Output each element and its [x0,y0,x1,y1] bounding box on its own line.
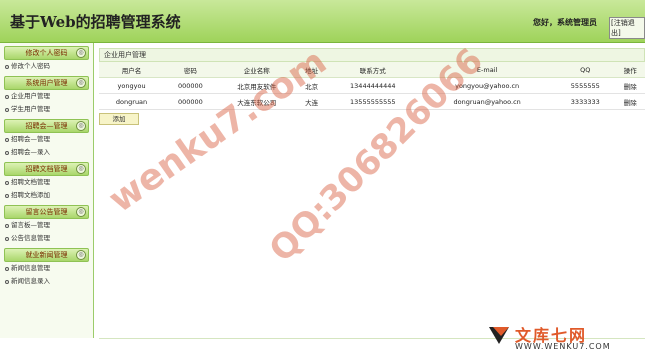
column-header: 用户名 [99,62,165,78]
cell-password: 000000 [164,77,217,94]
delete-link[interactable]: 删除 [615,93,645,110]
sidebar: 修改个人密码 ◎ 修改个人密码 系统用户管理 ◎ 企业用户管理 学生用户管理 招聘会… [0,43,94,338]
sidebar-item-board-manage[interactable]: 留言板—管理 [0,219,93,232]
cell-username: dongruan [99,93,165,110]
column-header: 联系方式 [326,62,420,78]
logo-url: WWW.WENKU7.COM [515,342,611,351]
sidebar-item-company-users[interactable]: 企业用户管理 [0,90,93,103]
sidebar-item-news-manage[interactable]: 新闻信息管理 [0,262,93,275]
delete-link[interactable]: 删除 [615,77,645,94]
sidebar-group-news: 就业新闻管理 ◎ 新闻信息管理 新闻信息录入 [0,248,93,288]
sidebar-group-title[interactable]: 招聘会—管理 ◎ [4,119,89,133]
collapse-icon[interactable]: ◎ [76,207,86,217]
sidebar-group-messages: 留言公告管理 ◎ 留言板—管理 公告信息管理 [0,205,93,245]
sidebar-item-doc-manage[interactable]: 招聘文档管理 [0,176,93,189]
collapse-icon[interactable]: ◎ [76,78,86,88]
column-header: 操作 [615,62,645,78]
collapse-icon[interactable]: ◎ [76,48,86,58]
sidebar-item-news-entry[interactable]: 新闻信息录入 [0,275,93,288]
sidebar-item-change-password[interactable]: 修改个人密码 [0,60,93,73]
site-logo: 文库七网 WWW.WENKU7.COM [485,322,645,356]
add-button[interactable]: 添加 [99,113,139,125]
sidebar-group-title[interactable]: 系统用户管理 ◎ [4,76,89,90]
sidebar-group-password: 修改个人密码 ◎ 修改个人密码 [0,46,93,73]
sidebar-group-title[interactable]: 修改个人密码 ◎ [4,46,89,60]
app-title: 基于Web的招聘管理系统 [10,13,181,31]
sidebar-item-fair-entry[interactable]: 招聘会—录入 [0,146,93,159]
cell-qq: 3333333 [554,93,616,110]
collapse-icon[interactable]: ◎ [76,250,86,260]
sidebar-item-doc-add[interactable]: 招聘文档添加 [0,189,93,202]
main-content: 企业用户管理 用户名 密码 企业名称 地址 联系方式 E-mail QQ 操作 … [99,48,645,125]
panel-title: 企业用户管理 [99,48,645,62]
cell-username: yongyou [99,77,165,94]
user-greeting: 您好，系统管理员 [533,18,597,27]
sidebar-group-fairs: 招聘会—管理 ◎ 招聘会—管理 招聘会—录入 [0,119,93,159]
column-header: QQ [554,62,616,78]
sidebar-group-title[interactable]: 招聘文档管理 ◎ [4,162,89,176]
sidebar-item-fair-manage[interactable]: 招聘会—管理 [0,133,93,146]
logout-link[interactable]: [注销退出] [609,17,645,39]
company-users-table: 用户名 密码 企业名称 地址 联系方式 E-mail QQ 操作 yongyou… [99,62,645,110]
column-header: 密码 [164,62,217,78]
cell-password: 000000 [164,93,217,110]
table-header-row: 用户名 密码 企业名称 地址 联系方式 E-mail QQ 操作 [99,62,645,78]
cell-qq: 5555555 [554,77,616,94]
logo-mark-icon [489,327,509,344]
cell-phone: 13444444444 [326,77,420,94]
table-row: dongruan 000000 大连东软公司 大连 13555555555 do… [99,93,645,110]
sidebar-group-docs: 招聘文档管理 ◎ 招聘文档管理 招聘文档添加 [0,162,93,202]
sidebar-group-users: 系统用户管理 ◎ 企业用户管理 学生用户管理 [0,76,93,116]
sidebar-group-title[interactable]: 留言公告管理 ◎ [4,205,89,219]
collapse-icon[interactable]: ◎ [76,164,86,174]
collapse-icon[interactable]: ◎ [76,121,86,131]
sidebar-item-student-users[interactable]: 学生用户管理 [0,103,93,116]
app-header: 基于Web的招聘管理系统 您好，系统管理员 [注销退出] [0,0,645,43]
sidebar-item-notice-manage[interactable]: 公告信息管理 [0,232,93,245]
sidebar-group-title[interactable]: 就业新闻管理 ◎ [4,248,89,262]
table-row: yongyou 000000 北京用友软件 北京 13444444444 yon… [99,77,645,94]
